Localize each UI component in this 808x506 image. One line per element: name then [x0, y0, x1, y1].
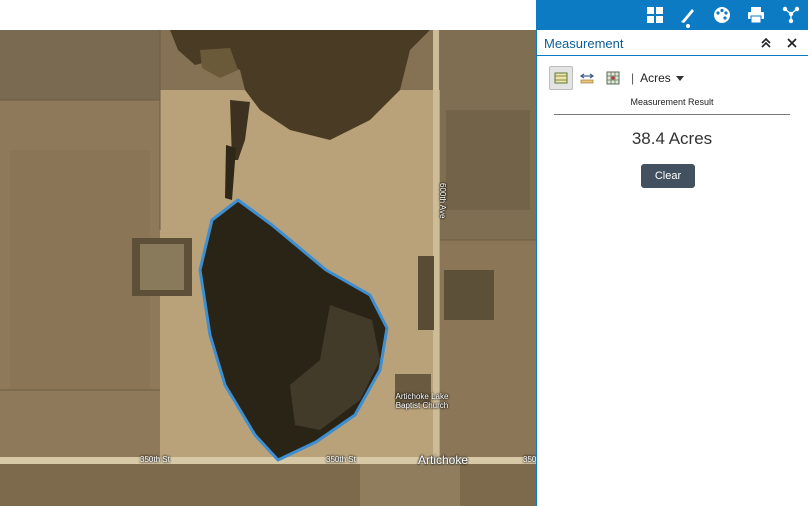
app-window: 350th St 350th St 350 600th Ave Artichok… — [0, 0, 808, 506]
printer-icon — [748, 7, 764, 24]
close-icon — [787, 38, 797, 48]
place-label-artichoke: Artichoke — [418, 453, 469, 467]
unit-dropdown[interactable]: Acres — [640, 71, 684, 85]
aerial-imagery — [0, 30, 536, 506]
road-label-600th-ave: 600th Ave — [438, 183, 447, 219]
caret-down-icon — [675, 75, 684, 81]
palette-icon — [714, 7, 730, 23]
area-measure-icon — [554, 72, 568, 84]
tools-separator: | — [631, 71, 635, 85]
active-indicator — [686, 24, 690, 28]
measurement-panel: Measurement | Acres Measurement Result 3… — [536, 30, 808, 506]
measurement-button[interactable] — [671, 0, 705, 30]
panel-header: Measurement — [537, 30, 808, 56]
measure-tools-row: | Acres — [549, 66, 684, 90]
location-tool-button[interactable] — [601, 66, 625, 90]
distance-measure-icon — [579, 73, 595, 84]
double-chevron-up-icon — [761, 37, 771, 48]
print-button[interactable] — [739, 0, 773, 30]
layer-styles-button[interactable] — [705, 0, 739, 30]
result-divider — [554, 114, 790, 115]
location-measure-icon — [606, 71, 620, 85]
place-label-church: Artichoke Lake Baptist Church — [395, 392, 449, 410]
widget-toolbar — [536, 0, 808, 30]
basemap-gallery-button[interactable] — [638, 0, 672, 30]
unit-dropdown-value: Acres — [640, 71, 671, 85]
share-icon — [782, 6, 800, 24]
share-button[interactable] — [774, 0, 808, 30]
collapse-button[interactable] — [757, 34, 775, 52]
grid-icon — [647, 7, 663, 23]
panel-title: Measurement — [544, 36, 624, 51]
area-tool-button[interactable] — [549, 66, 573, 90]
result-value: 38.4 Acres — [631, 129, 713, 148]
close-button[interactable] — [783, 34, 801, 52]
map-view[interactable]: 350th St 350th St 350 600th Ave Artichok… — [0, 30, 536, 506]
ruler-pencil-icon — [681, 9, 694, 23]
distance-tool-button[interactable] — [575, 66, 599, 90]
road-label-350th-west: 350th St — [140, 455, 170, 464]
top-bar-blank — [0, 0, 536, 30]
result-label: Measurement Result — [630, 97, 714, 107]
road-label-350-edge: 350 — [523, 455, 536, 464]
road-label-350th-east: 350th St — [326, 455, 356, 464]
clear-button[interactable]: Clear — [641, 164, 695, 188]
